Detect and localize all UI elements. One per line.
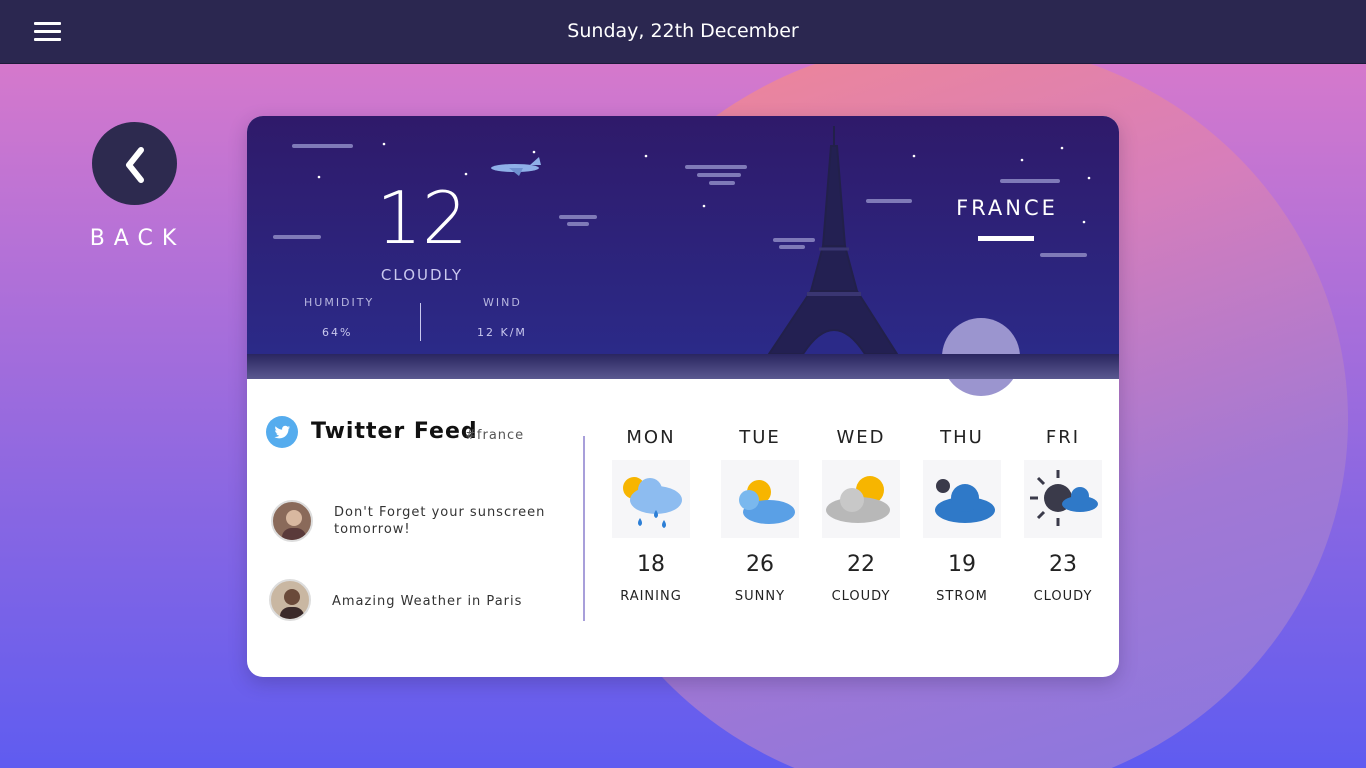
avatar[interactable] xyxy=(271,500,313,542)
twitter-icon xyxy=(266,416,298,448)
humidity-label: HUMIDITY xyxy=(304,296,375,309)
country-name: FRANCE xyxy=(956,196,1058,220)
day-condition: CLOUDY xyxy=(831,589,891,604)
cloud-sun-icon xyxy=(822,460,900,538)
sun-rain-icon xyxy=(612,460,690,538)
night-cloud-icon xyxy=(1024,460,1102,538)
day-condition: STROM xyxy=(936,589,988,604)
current-temperature: 12 xyxy=(376,176,468,260)
tweet-text-line: Don't Forget your sunscreen xyxy=(334,505,546,520)
top-bar: Sunday, 22th December xyxy=(0,0,1366,64)
avatar[interactable] xyxy=(269,579,311,621)
day-temperature: 19 xyxy=(948,552,976,577)
tweet-text-line: tomorrow! xyxy=(334,522,411,537)
tweet-text: Amazing Weather in Paris xyxy=(332,594,523,609)
forecast-day: WED 22 CLOUDY xyxy=(816,427,906,604)
cloud-icon xyxy=(923,460,1001,538)
wind-value: 12 K/M xyxy=(477,326,527,339)
weather-card: 12 CLOUDLY HUMIDITY 64% WIND 12 K/M FRAN… xyxy=(247,116,1119,677)
twitter-feed-title: Twitter Feed xyxy=(311,419,478,444)
tweet-text: Don't Forget your sunscreen tomorrow! xyxy=(334,504,545,538)
weather-hero: 12 CLOUDLY HUMIDITY 64% WIND 12 K/M FRAN… xyxy=(247,116,1119,396)
current-condition: CLOUDLY xyxy=(380,266,464,284)
wind-label: WIND xyxy=(483,296,522,309)
day-name: THU xyxy=(940,427,984,448)
day-name: FRI xyxy=(1045,427,1081,448)
twitter-hashtag[interactable]: #france xyxy=(465,428,524,443)
forecast-day: THU 19 STROM xyxy=(917,427,1007,604)
chevron-left-icon xyxy=(126,147,144,183)
day-name: TUE xyxy=(739,427,781,448)
hero-band xyxy=(247,354,1119,379)
back-button[interactable] xyxy=(92,122,177,205)
day-condition: CLOUDY xyxy=(1033,589,1093,604)
current-date: Sunday, 22th December xyxy=(567,20,799,42)
stat-divider xyxy=(420,303,421,341)
day-temperature: 22 xyxy=(847,552,875,577)
day-condition: SUNNY xyxy=(734,589,786,604)
day-temperature: 18 xyxy=(637,552,665,577)
back-label: BACK xyxy=(89,226,186,251)
humidity-value: 64% xyxy=(322,326,353,339)
day-name: WED xyxy=(836,427,886,448)
forecast-day: TUE 26 SUNNY xyxy=(715,427,805,604)
day-condition: RAINING xyxy=(620,589,682,604)
day-temperature: 26 xyxy=(746,552,774,577)
sun-cloud-icon xyxy=(721,460,799,538)
section-divider xyxy=(583,436,585,621)
forecast-day: FRI 23 CLOUDY xyxy=(1018,427,1108,604)
airplane-icon xyxy=(491,157,541,176)
day-temperature: 23 xyxy=(1049,552,1077,577)
forecast-day: MON 18 RAINING xyxy=(606,427,696,604)
country-underline xyxy=(978,236,1034,241)
day-name: MON xyxy=(626,427,676,448)
